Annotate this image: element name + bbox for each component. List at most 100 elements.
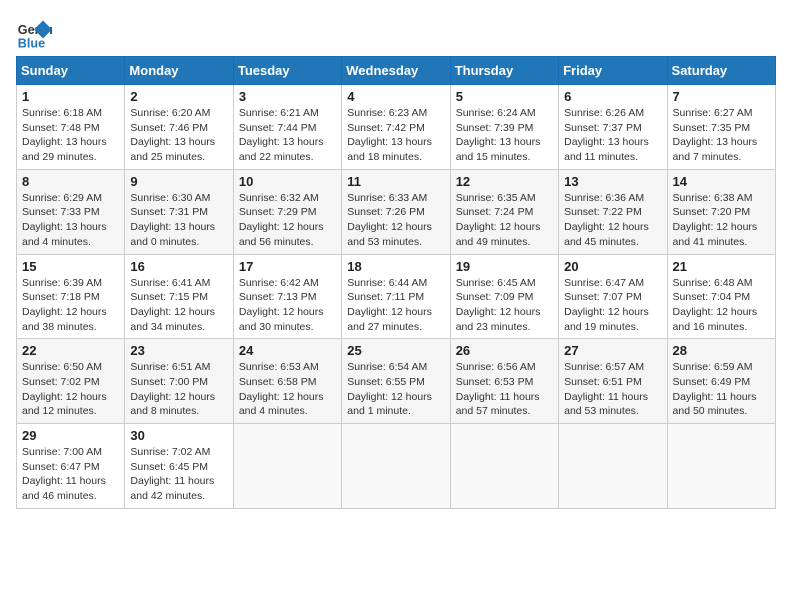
day-info: Sunrise: 7:00 AMSunset: 6:47 PMDaylight:… xyxy=(22,445,119,504)
page-header: General Blue xyxy=(16,16,776,52)
calendar-day-cell: 7 Sunrise: 6:27 AMSunset: 7:35 PMDayligh… xyxy=(667,85,775,170)
svg-text:Blue: Blue xyxy=(18,37,45,51)
calendar-day-cell: 19 Sunrise: 6:45 AMSunset: 7:09 PMDaylig… xyxy=(450,254,558,339)
day-number: 14 xyxy=(673,174,770,189)
logo: General Blue xyxy=(16,16,56,52)
day-info: Sunrise: 6:27 AMSunset: 7:35 PMDaylight:… xyxy=(673,106,770,165)
calendar-day-cell: 18 Sunrise: 6:44 AMSunset: 7:11 PMDaylig… xyxy=(342,254,450,339)
day-info: Sunrise: 6:30 AMSunset: 7:31 PMDaylight:… xyxy=(130,191,227,250)
weekday-header: Saturday xyxy=(667,57,775,85)
calendar-table: SundayMondayTuesdayWednesdayThursdayFrid… xyxy=(16,56,776,509)
calendar-header-row: SundayMondayTuesdayWednesdayThursdayFrid… xyxy=(17,57,776,85)
day-info: Sunrise: 6:53 AMSunset: 6:58 PMDaylight:… xyxy=(239,360,336,419)
day-info: Sunrise: 6:26 AMSunset: 7:37 PMDaylight:… xyxy=(564,106,661,165)
calendar-day-cell: 26 Sunrise: 6:56 AMSunset: 6:53 PMDaylig… xyxy=(450,339,558,424)
weekday-header: Sunday xyxy=(17,57,125,85)
calendar-day-cell: 2 Sunrise: 6:20 AMSunset: 7:46 PMDayligh… xyxy=(125,85,233,170)
day-number: 29 xyxy=(22,428,119,443)
calendar-day-cell: 10 Sunrise: 6:32 AMSunset: 7:29 PMDaylig… xyxy=(233,169,341,254)
calendar-day-cell: 21 Sunrise: 6:48 AMSunset: 7:04 PMDaylig… xyxy=(667,254,775,339)
day-number: 10 xyxy=(239,174,336,189)
day-info: Sunrise: 7:02 AMSunset: 6:45 PMDaylight:… xyxy=(130,445,227,504)
day-number: 9 xyxy=(130,174,227,189)
calendar-day-cell: 1 Sunrise: 6:18 AMSunset: 7:48 PMDayligh… xyxy=(17,85,125,170)
day-number: 11 xyxy=(347,174,444,189)
calendar-day-cell: 4 Sunrise: 6:23 AMSunset: 7:42 PMDayligh… xyxy=(342,85,450,170)
weekday-header: Monday xyxy=(125,57,233,85)
day-info: Sunrise: 6:59 AMSunset: 6:49 PMDaylight:… xyxy=(673,360,770,419)
calendar-day-cell: 11 Sunrise: 6:33 AMSunset: 7:26 PMDaylig… xyxy=(342,169,450,254)
day-number: 17 xyxy=(239,259,336,274)
day-info: Sunrise: 6:39 AMSunset: 7:18 PMDaylight:… xyxy=(22,276,119,335)
day-info: Sunrise: 6:18 AMSunset: 7:48 PMDaylight:… xyxy=(22,106,119,165)
day-number: 25 xyxy=(347,343,444,358)
calendar-week-row: 29 Sunrise: 7:00 AMSunset: 6:47 PMDaylig… xyxy=(17,424,776,509)
day-number: 19 xyxy=(456,259,553,274)
day-number: 2 xyxy=(130,89,227,104)
day-info: Sunrise: 6:33 AMSunset: 7:26 PMDaylight:… xyxy=(347,191,444,250)
day-info: Sunrise: 6:41 AMSunset: 7:15 PMDaylight:… xyxy=(130,276,227,335)
day-number: 16 xyxy=(130,259,227,274)
calendar-day-cell: 25 Sunrise: 6:54 AMSunset: 6:55 PMDaylig… xyxy=(342,339,450,424)
calendar-day-cell: 30 Sunrise: 7:02 AMSunset: 6:45 PMDaylig… xyxy=(125,424,233,509)
day-info: Sunrise: 6:44 AMSunset: 7:11 PMDaylight:… xyxy=(347,276,444,335)
calendar-day-cell: 22 Sunrise: 6:50 AMSunset: 7:02 PMDaylig… xyxy=(17,339,125,424)
day-info: Sunrise: 6:32 AMSunset: 7:29 PMDaylight:… xyxy=(239,191,336,250)
calendar-day-cell xyxy=(667,424,775,509)
day-number: 7 xyxy=(673,89,770,104)
day-number: 6 xyxy=(564,89,661,104)
day-number: 30 xyxy=(130,428,227,443)
calendar-day-cell: 27 Sunrise: 6:57 AMSunset: 6:51 PMDaylig… xyxy=(559,339,667,424)
calendar-day-cell xyxy=(342,424,450,509)
day-info: Sunrise: 6:29 AMSunset: 7:33 PMDaylight:… xyxy=(22,191,119,250)
day-number: 12 xyxy=(456,174,553,189)
calendar-day-cell xyxy=(233,424,341,509)
weekday-header: Wednesday xyxy=(342,57,450,85)
calendar-week-row: 22 Sunrise: 6:50 AMSunset: 7:02 PMDaylig… xyxy=(17,339,776,424)
day-number: 26 xyxy=(456,343,553,358)
day-info: Sunrise: 6:36 AMSunset: 7:22 PMDaylight:… xyxy=(564,191,661,250)
calendar-day-cell: 24 Sunrise: 6:53 AMSunset: 6:58 PMDaylig… xyxy=(233,339,341,424)
day-info: Sunrise: 6:56 AMSunset: 6:53 PMDaylight:… xyxy=(456,360,553,419)
calendar-day-cell: 3 Sunrise: 6:21 AMSunset: 7:44 PMDayligh… xyxy=(233,85,341,170)
day-info: Sunrise: 6:42 AMSunset: 7:13 PMDaylight:… xyxy=(239,276,336,335)
day-number: 15 xyxy=(22,259,119,274)
calendar-day-cell: 17 Sunrise: 6:42 AMSunset: 7:13 PMDaylig… xyxy=(233,254,341,339)
day-info: Sunrise: 6:51 AMSunset: 7:00 PMDaylight:… xyxy=(130,360,227,419)
day-info: Sunrise: 6:24 AMSunset: 7:39 PMDaylight:… xyxy=(456,106,553,165)
day-info: Sunrise: 6:20 AMSunset: 7:46 PMDaylight:… xyxy=(130,106,227,165)
day-number: 28 xyxy=(673,343,770,358)
calendar-week-row: 1 Sunrise: 6:18 AMSunset: 7:48 PMDayligh… xyxy=(17,85,776,170)
calendar-day-cell: 14 Sunrise: 6:38 AMSunset: 7:20 PMDaylig… xyxy=(667,169,775,254)
day-number: 13 xyxy=(564,174,661,189)
calendar-day-cell: 6 Sunrise: 6:26 AMSunset: 7:37 PMDayligh… xyxy=(559,85,667,170)
day-number: 22 xyxy=(22,343,119,358)
day-info: Sunrise: 6:57 AMSunset: 6:51 PMDaylight:… xyxy=(564,360,661,419)
calendar-day-cell xyxy=(450,424,558,509)
day-info: Sunrise: 6:35 AMSunset: 7:24 PMDaylight:… xyxy=(456,191,553,250)
weekday-header: Thursday xyxy=(450,57,558,85)
day-number: 3 xyxy=(239,89,336,104)
day-number: 23 xyxy=(130,343,227,358)
calendar-day-cell: 15 Sunrise: 6:39 AMSunset: 7:18 PMDaylig… xyxy=(17,254,125,339)
calendar-day-cell: 5 Sunrise: 6:24 AMSunset: 7:39 PMDayligh… xyxy=(450,85,558,170)
day-number: 27 xyxy=(564,343,661,358)
weekday-header: Tuesday xyxy=(233,57,341,85)
day-info: Sunrise: 6:48 AMSunset: 7:04 PMDaylight:… xyxy=(673,276,770,335)
day-info: Sunrise: 6:47 AMSunset: 7:07 PMDaylight:… xyxy=(564,276,661,335)
calendar-day-cell xyxy=(559,424,667,509)
day-number: 24 xyxy=(239,343,336,358)
calendar-day-cell: 9 Sunrise: 6:30 AMSunset: 7:31 PMDayligh… xyxy=(125,169,233,254)
day-number: 4 xyxy=(347,89,444,104)
day-info: Sunrise: 6:23 AMSunset: 7:42 PMDaylight:… xyxy=(347,106,444,165)
calendar-day-cell: 23 Sunrise: 6:51 AMSunset: 7:00 PMDaylig… xyxy=(125,339,233,424)
day-info: Sunrise: 6:38 AMSunset: 7:20 PMDaylight:… xyxy=(673,191,770,250)
calendar-week-row: 8 Sunrise: 6:29 AMSunset: 7:33 PMDayligh… xyxy=(17,169,776,254)
day-number: 18 xyxy=(347,259,444,274)
day-info: Sunrise: 6:45 AMSunset: 7:09 PMDaylight:… xyxy=(456,276,553,335)
day-number: 8 xyxy=(22,174,119,189)
calendar-day-cell: 16 Sunrise: 6:41 AMSunset: 7:15 PMDaylig… xyxy=(125,254,233,339)
calendar-day-cell: 29 Sunrise: 7:00 AMSunset: 6:47 PMDaylig… xyxy=(17,424,125,509)
day-number: 21 xyxy=(673,259,770,274)
weekday-header: Friday xyxy=(559,57,667,85)
